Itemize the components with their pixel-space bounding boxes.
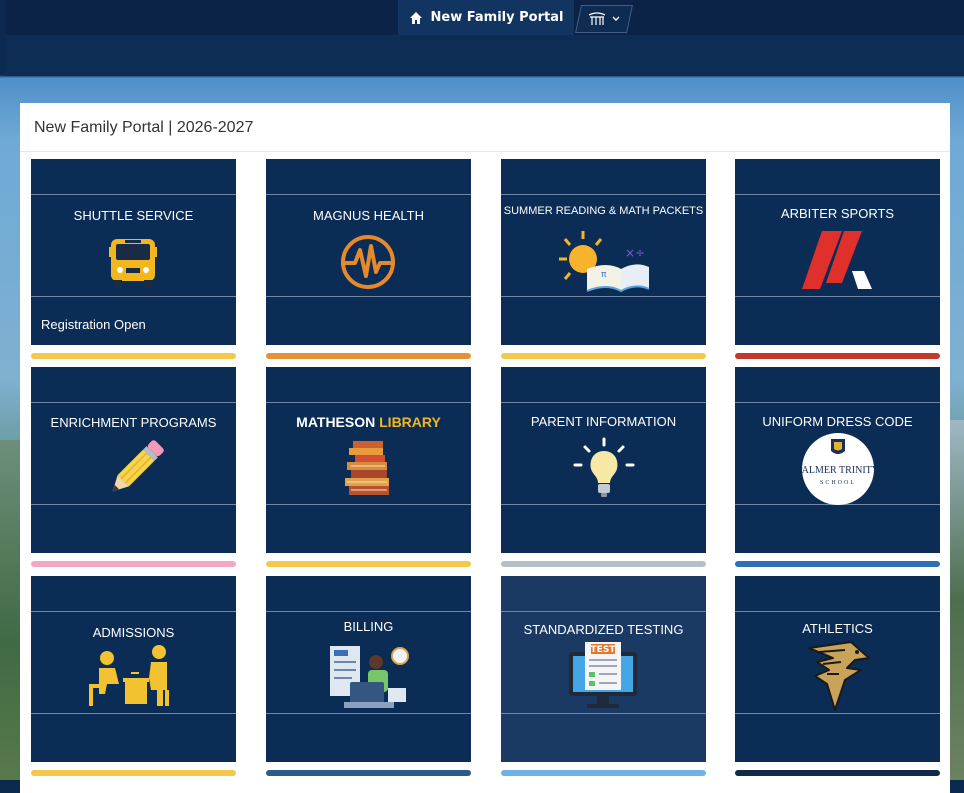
lightbulb-icon (573, 437, 635, 497)
background-landscape-left (0, 440, 20, 780)
school-logo-icon (588, 12, 606, 25)
tile-color-bar (735, 770, 940, 776)
chevron-down-icon (612, 16, 620, 21)
svg-text:π: π (601, 270, 607, 280)
pencil-icon (112, 440, 164, 492)
tile-title: MATHESON LIBRARY (296, 414, 441, 430)
tile-title: UNIFORM DRESS CODE (762, 414, 913, 429)
tile-matheson-library[interactable]: MATHESON LIBRARY (266, 367, 471, 553)
tile-admissions[interactable]: ADMISSIONS (31, 576, 236, 762)
sun-book-icon: ×÷ π (559, 231, 650, 293)
tile-color-bar (31, 353, 236, 359)
portal-switcher-dropdown[interactable] (575, 5, 633, 33)
heartbeat-icon (341, 235, 395, 289)
school-bus-icon (109, 239, 157, 288)
tile-title: ADMISSIONS (92, 625, 175, 640)
tile-color-bar (735, 561, 940, 567)
tile-title: ARBITER SPORTS (780, 206, 895, 221)
tile-title: MAGNUS HEALTH (313, 208, 424, 223)
tile-parent-information[interactable]: PARENT INFORMATION (501, 367, 706, 553)
tile-title: ENRICHMENT PROGRAMS (50, 415, 217, 430)
nav-tab-new-family-portal[interactable]: New Family Portal (398, 0, 574, 35)
billing-icon (330, 646, 409, 708)
tile-color-bar (501, 353, 706, 359)
tile-color-bar (735, 353, 940, 359)
tile-title: ATHLETICS (802, 621, 873, 636)
page-title: New Family Portal | 2026-2027 (34, 119, 254, 136)
seal-name: PALMER TRINITY (800, 465, 876, 476)
interview-icon (89, 645, 169, 706)
tile-title: STANDARDIZED TESTING (523, 622, 684, 637)
tile-magnus-health[interactable]: MAGNUS HEALTH (266, 159, 471, 345)
tile-title: SHUTTLE SERVICE (73, 208, 194, 223)
test-monitor-icon: TEST (569, 642, 637, 708)
falcon-icon (808, 641, 870, 711)
nav-title: New Family Portal (430, 10, 564, 25)
svg-text:×÷: ×÷ (625, 246, 645, 260)
tile-billing[interactable]: BILLING (266, 576, 471, 762)
tile-summer-reading[interactable]: SUMMER READING & MATH PACKETS ×÷ π (501, 159, 706, 345)
arbiter-logo-icon (802, 231, 872, 289)
school-seal-icon: PALMER TRINITY SCHOOL (800, 433, 876, 505)
tile-title: SUMMER READING & MATH PACKETS (503, 205, 704, 217)
portal-panel: New Family Portal | 2026-2027 SHUTTLE SE… (20, 103, 950, 793)
seal-school: SCHOOL (820, 480, 856, 486)
tile-color-bar (266, 561, 471, 567)
tile-athletics[interactable]: ATHLETICS (735, 576, 940, 762)
tile-color-bar (31, 561, 236, 567)
tile-color-bar (501, 770, 706, 776)
background-landscape-right (950, 420, 964, 780)
tile-standardized-testing[interactable]: STANDARDIZED TESTING TEST (501, 576, 706, 762)
tile-color-bar (266, 770, 471, 776)
tile-enrichment-programs[interactable]: ENRICHMENT PROGRAMS (31, 367, 236, 553)
tile-title: PARENT INFORMATION (530, 414, 677, 429)
nav-band (5, 35, 964, 76)
divider (20, 151, 950, 152)
tile-arbiter-sports[interactable]: ARBITER SPORTS (735, 159, 940, 345)
tile-color-bar (501, 561, 706, 567)
tile-color-bar (266, 353, 471, 359)
tile-title: BILLING (343, 619, 394, 634)
tile-status: Registration Open (41, 317, 146, 332)
tile-uniform-dress-code[interactable]: UNIFORM DRESS CODE PALMER TRINITY SCHOOL (735, 367, 940, 553)
monitor-label: TEST (591, 645, 617, 655)
home-icon (409, 11, 422, 24)
book-stack-icon (345, 441, 389, 495)
tile-color-bar (31, 770, 236, 776)
tile-shuttle-service[interactable]: SHUTTLE SERVICE Registration Open (31, 159, 236, 345)
